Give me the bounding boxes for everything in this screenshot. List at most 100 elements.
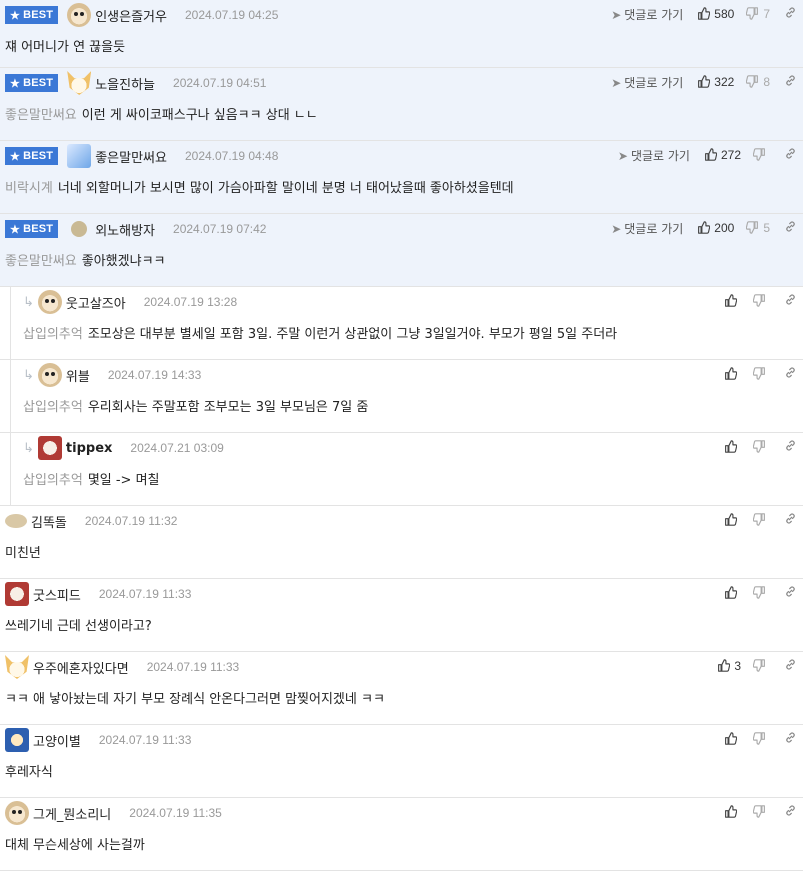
comment-body: 좋은말만써요 좋아했겠냐ㅋㅋ	[5, 250, 166, 269]
reply-target-tag[interactable]: 비락시계	[5, 181, 53, 196]
avatar[interactable]	[5, 728, 29, 752]
reply-target-tag[interactable]: 삽입의추억	[23, 327, 83, 342]
upvote-button[interactable]: 200	[697, 221, 734, 235]
comment-actions	[724, 287, 797, 315]
link-icon[interactable]	[784, 220, 797, 236]
downvote-button[interactable]	[753, 659, 770, 673]
upvote-button[interactable]: 272	[704, 148, 741, 162]
comment-body: ㅋㅋ 애 낳아놨는데 자기 부모 장례식 안온다그러면 맘찢어지겠네 ㅋㅋ	[5, 688, 385, 707]
link-icon[interactable]	[784, 731, 797, 747]
best-label: BEST	[23, 223, 54, 235]
goto-comment-link[interactable]: ➤ 댓글로 가기	[618, 147, 690, 164]
nickname[interactable]: 김똑돌	[31, 512, 67, 531]
nickname[interactable]: 웃고살즈아	[66, 293, 126, 312]
upvote-button[interactable]: 322	[697, 75, 734, 89]
link-icon[interactable]	[784, 147, 797, 163]
nickname[interactable]: 그게_뭔소리니	[33, 804, 111, 823]
avatar[interactable]	[37, 363, 62, 387]
upvote-button[interactable]	[724, 294, 741, 308]
upvote-button[interactable]	[724, 513, 741, 527]
send-arrow-icon: ➤	[617, 148, 628, 163]
nickname[interactable]: 위블	[66, 366, 90, 385]
nickname[interactable]: 좋은말만써요	[95, 147, 167, 166]
link-icon[interactable]	[784, 6, 797, 22]
goto-comment-link[interactable]: ➤ 댓글로 가기	[611, 220, 683, 237]
timestamp: 2024.07.19 11:33	[146, 660, 240, 674]
reply-target-tag[interactable]: 삽입의추억	[23, 400, 83, 415]
avatar[interactable]	[67, 144, 92, 168]
comment-header: 고양이별 2024.07.19 11:33	[5, 725, 191, 755]
downvote-button[interactable]	[753, 148, 770, 162]
comment-body: 비락시계 너네 외할머니가 보시면 많이 가슴아파할 말이네 분명 너 태어났을때…	[5, 177, 514, 196]
comment-text: 후레자식	[5, 765, 53, 780]
link-icon[interactable]	[784, 366, 797, 382]
nickname[interactable]: tippex	[66, 441, 112, 456]
thumbs-up-icon	[724, 440, 738, 454]
comment-text: 미친년	[5, 546, 41, 561]
best-badge: ★ BEST	[5, 6, 59, 24]
link-icon[interactable]	[784, 293, 797, 309]
thumbs-up-icon	[724, 513, 738, 527]
upvote-button[interactable]: 3	[717, 659, 741, 673]
downvote-button[interactable]: 7	[746, 7, 770, 21]
reply-target-tag[interactable]: 삽입의추억	[23, 473, 83, 488]
upvote-button[interactable]	[724, 367, 741, 381]
link-icon[interactable]	[784, 74, 797, 90]
timestamp: 2024.07.19 14:33	[107, 368, 202, 382]
timestamp: 2024.07.19 04:25	[184, 8, 279, 22]
thumbs-up-icon	[724, 294, 738, 308]
downvote-button[interactable]	[753, 440, 770, 454]
upvote-button[interactable]	[724, 586, 741, 600]
goto-comment-link[interactable]: ➤ 댓글로 가기	[611, 74, 683, 91]
avatar[interactable]	[5, 655, 29, 679]
thumbs-down-icon	[753, 148, 767, 162]
nickname[interactable]: 노을진하늘	[95, 74, 155, 93]
upvote-count: 580	[714, 7, 735, 21]
best-label: BEST	[23, 77, 54, 89]
thumbs-down-icon	[753, 586, 767, 600]
thumbs-down-icon	[746, 75, 760, 89]
nickname[interactable]: 외노해방자	[95, 220, 155, 239]
link-icon[interactable]	[784, 512, 797, 528]
goto-label: 댓글로 가기	[624, 7, 684, 22]
comment-header: 우주에혼자있다면 2024.07.19 11:33	[5, 652, 239, 682]
upvote-button[interactable]	[724, 440, 741, 454]
avatar[interactable]	[67, 71, 92, 95]
downvote-button[interactable]	[753, 294, 770, 308]
nickname[interactable]: 우주에혼자있다면	[33, 658, 129, 677]
comment-header: 김똑돌 2024.07.19 11:32	[5, 506, 177, 536]
nickname[interactable]: 고양이별	[33, 731, 81, 750]
avatar[interactable]	[5, 582, 29, 606]
nickname[interactable]: 굿스피드	[33, 585, 81, 604]
thumbs-down-icon	[753, 805, 767, 819]
downvote-button[interactable]	[753, 367, 770, 381]
downvote-button[interactable]	[753, 513, 770, 527]
avatar[interactable]	[71, 221, 88, 237]
thumbs-up-icon	[717, 659, 731, 673]
goto-comment-link[interactable]: ➤ 댓글로 가기	[611, 6, 683, 23]
reply-target-tag[interactable]: 좋은말만써요	[5, 254, 77, 269]
comment-actions: 3	[717, 652, 797, 680]
downvote-button[interactable]	[753, 732, 770, 746]
link-icon[interactable]	[784, 658, 797, 674]
avatar[interactable]	[5, 514, 27, 528]
comment: 굿스피드 2024.07.19 11:33 쓰레기네 근데 선생이라고?	[0, 579, 803, 652]
nickname[interactable]: 인생은즐거우	[95, 6, 167, 25]
link-icon[interactable]	[784, 804, 797, 820]
avatar[interactable]	[67, 3, 92, 27]
downvote-button[interactable]	[753, 586, 770, 600]
upvote-button[interactable]: 580	[697, 7, 734, 21]
avatar[interactable]	[37, 290, 62, 314]
reply-target-tag[interactable]: 좋은말만써요	[5, 108, 77, 123]
downvote-button[interactable]: 5	[746, 221, 770, 235]
downvote-button[interactable]	[753, 805, 770, 819]
link-icon[interactable]	[784, 439, 797, 455]
downvote-button[interactable]: 8	[746, 75, 770, 89]
upvote-button[interactable]	[724, 732, 741, 746]
comment-text: 조모상은 대부분 별세일 포함 3일. 주말 이런거 상관없이 그냥 3일일거야…	[87, 327, 618, 342]
avatar[interactable]	[37, 436, 62, 460]
link-icon[interactable]	[784, 585, 797, 601]
comment-header: ↳ 웃고살즈아 2024.07.19 13:28	[23, 287, 237, 317]
upvote-button[interactable]	[724, 805, 741, 819]
avatar[interactable]	[5, 801, 29, 825]
